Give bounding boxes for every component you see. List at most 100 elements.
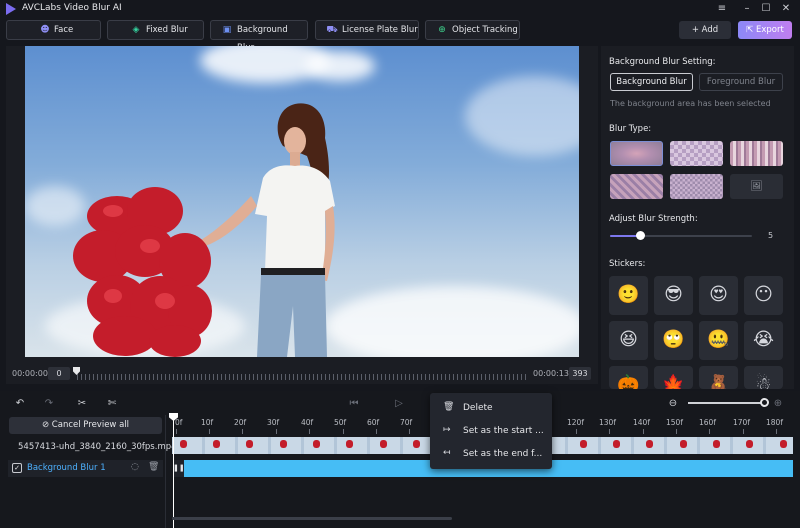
tick-label: 160f	[699, 418, 716, 427]
gaussian-blur-tile[interactable]	[610, 141, 663, 166]
undo-icon[interactable]: ↶	[13, 397, 27, 411]
visibility-off-icon[interactable]: ◌	[131, 462, 139, 472]
tick-mark	[309, 429, 310, 434]
tick-label: 120f	[567, 418, 584, 427]
playhead[interactable]	[173, 413, 174, 528]
total-frame-field[interactable]: 393	[569, 367, 591, 380]
tick-mark	[709, 429, 710, 434]
clip-drag-handle[interactable]: ❚❚	[173, 460, 185, 477]
eye-off-icon: ⊘	[41, 420, 52, 430]
car-icon: ⛟	[326, 25, 338, 35]
trash-icon: 🗑	[443, 402, 455, 412]
sticker-item[interactable]: 🤐	[699, 321, 738, 360]
set-start-menu-item[interactable]: ↦ Set as the start ...	[430, 422, 552, 442]
foreground-blur-option[interactable]: Foreground Blur	[699, 73, 783, 91]
tick-mark	[576, 429, 577, 434]
tick-label: 150f	[666, 418, 683, 427]
preview-scrubber[interactable]	[77, 374, 527, 380]
delete-menu-item[interactable]: 🗑 Delete	[430, 399, 552, 419]
current-frame-field[interactable]: 0	[48, 367, 70, 380]
tick-mark	[343, 429, 344, 434]
tab-background-blur[interactable]: ▣ Background Blur	[210, 20, 308, 53]
trash-icon[interactable]: 🗑	[148, 462, 159, 472]
tick-mark	[276, 429, 277, 434]
timeline-scrollbar[interactable]	[172, 517, 452, 520]
tick-label: 0f	[175, 418, 183, 427]
total-time: 00:00:13	[533, 369, 569, 378]
sticker-item[interactable]: 🎃	[609, 366, 648, 389]
tick-mark	[743, 429, 744, 434]
strength-value: 5	[768, 231, 774, 240]
app-title: AVCLabs Video Blur AI	[22, 3, 122, 13]
tick-label: 180f	[766, 418, 783, 427]
subject-figure	[73, 103, 335, 357]
fixed-blur-icon: ◈	[132, 25, 140, 35]
tick-mark	[609, 429, 610, 434]
add-button[interactable]: + Add	[679, 21, 731, 39]
previous-frame-icon[interactable]: ⏮	[347, 397, 361, 411]
video-file-name: 5457413-uhd_3840_2160_30fps.mp4	[18, 442, 177, 452]
tick-label: 50f	[334, 418, 347, 427]
bg-setting-title: Background Blur Setting:	[609, 57, 716, 67]
menu-icon[interactable]: ≡	[713, 1, 731, 17]
strength-title: Adjust Blur Strength:	[609, 214, 698, 224]
motion-blur-tile[interactable]	[610, 174, 663, 199]
tick-label: 140f	[633, 418, 650, 427]
track-name[interactable]: Background Blur 1	[27, 463, 106, 473]
tick-mark	[242, 429, 243, 434]
set-start-icon: ↦	[443, 425, 451, 435]
tick-label: 30f	[267, 418, 280, 427]
sticker-item[interactable]: 😎	[654, 276, 693, 315]
video-preview[interactable]	[25, 46, 579, 357]
redo-icon[interactable]: ↷	[42, 397, 56, 411]
maximize-icon[interactable]: ☐	[757, 1, 775, 17]
tick-mark	[643, 429, 644, 434]
minimize-icon[interactable]: –	[738, 1, 756, 17]
sticker-item[interactable]: 🧸	[699, 366, 738, 389]
track-checkbox[interactable]: ✓	[12, 463, 22, 473]
tick-label: 20f	[234, 418, 247, 427]
tick-mark	[409, 429, 410, 434]
tab-fixed-blur[interactable]: ◈ Fixed Blur	[107, 20, 204, 40]
face-icon: ☻	[40, 25, 50, 35]
split-icon[interactable]: ✂	[75, 397, 89, 411]
zoom-slider-track[interactable]	[688, 402, 766, 404]
sticker-item[interactable]: ☃	[744, 366, 783, 389]
zoom-slider-handle[interactable]	[760, 398, 769, 407]
sticker-item[interactable]: 🙄	[654, 321, 693, 360]
sticker-item[interactable]: 😆	[609, 321, 648, 360]
tick-label: 10f	[201, 418, 214, 427]
export-button[interactable]: ⇱ Export	[738, 21, 792, 39]
cancel-preview-button[interactable]: ⊘ Cancel Preview all	[9, 417, 162, 434]
pixelate-blur-tile[interactable]	[670, 174, 723, 199]
tick-mark	[376, 429, 377, 434]
custom-image-icon[interactable]: 🖼	[730, 174, 783, 199]
strength-slider-handle[interactable]	[636, 231, 645, 240]
zoom-in-icon[interactable]: ⊕	[771, 397, 785, 411]
sticker-item[interactable]: 🍁	[654, 366, 693, 389]
zoom-out-icon[interactable]: ⊖	[666, 397, 680, 411]
sticker-item[interactable]: 😭	[744, 321, 783, 360]
set-end-menu-item[interactable]: ↤ Set as the end f...	[430, 445, 552, 465]
selection-note: The background area has been selected	[610, 99, 771, 108]
background-blur-option[interactable]: Background Blur	[610, 73, 693, 91]
cut-icon[interactable]: ✄	[105, 397, 119, 411]
play-icon[interactable]: ▷	[392, 397, 406, 411]
tick-label: 60f	[367, 418, 380, 427]
sticker-item[interactable]: 😍	[699, 276, 738, 315]
blur-type-title: Blur Type:	[609, 124, 652, 134]
mosaic-blur-tile[interactable]	[670, 141, 723, 166]
close-icon[interactable]: ✕	[777, 1, 795, 17]
current-time: 00:00:00	[12, 369, 48, 378]
sticker-item[interactable]: 😶	[744, 276, 783, 315]
tab-license-plate-blur[interactable]: ⛟ License Plate Blur	[315, 20, 419, 40]
pixel-stripe-blur-tile[interactable]	[730, 141, 783, 166]
tab-object-tracking[interactable]: ⊕ Object Tracking	[425, 20, 520, 40]
tick-mark	[176, 429, 177, 434]
tick-label: 130f	[599, 418, 616, 427]
tab-face[interactable]: ☻ Face	[6, 20, 101, 40]
sticker-item[interactable]: 🙂	[609, 276, 648, 315]
background-blur-icon: ▣	[222, 25, 232, 35]
tick-mark	[209, 429, 210, 434]
timeline-divider	[165, 415, 166, 528]
